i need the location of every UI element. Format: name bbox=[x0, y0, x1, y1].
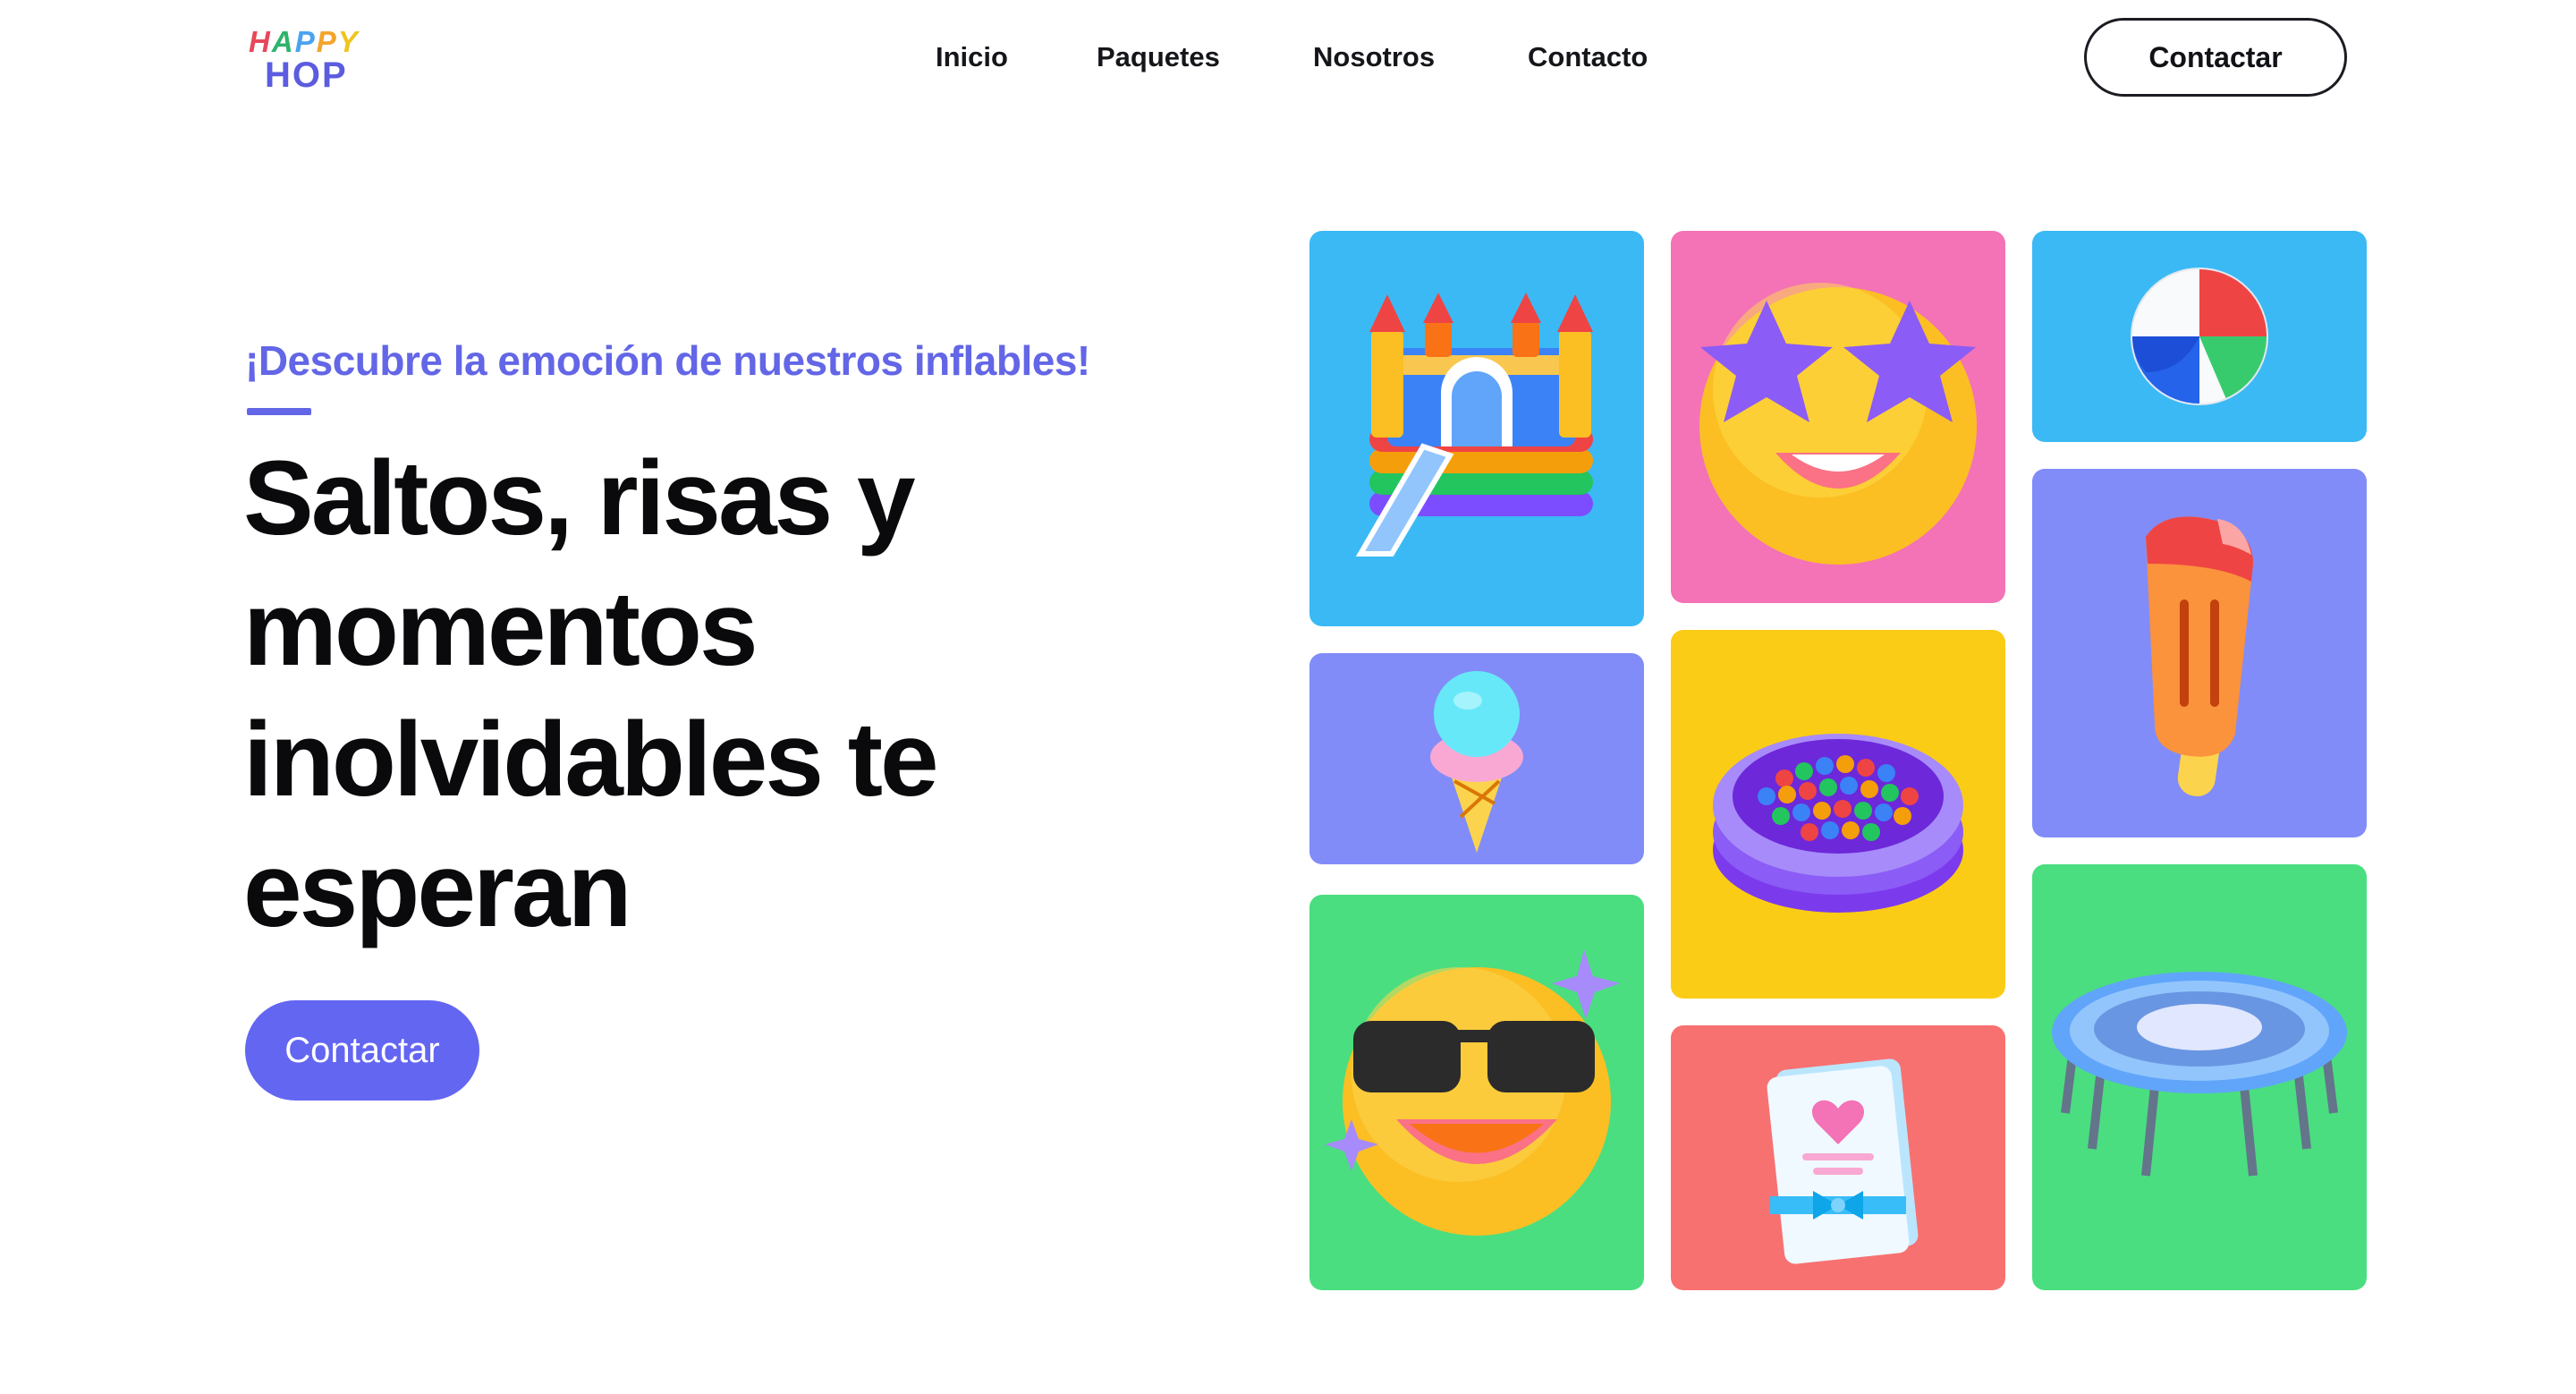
headline-line: Saltos, risas y bbox=[243, 439, 916, 557]
tile-star-eyes-emoji bbox=[1671, 231, 2005, 603]
star-eyes-emoji-icon bbox=[1699, 283, 1977, 565]
logo-letter: P bbox=[316, 25, 338, 58]
ball-pit-icon bbox=[1713, 734, 1963, 913]
tile-bounce-castle bbox=[1309, 231, 1644, 626]
tile-invitation-card bbox=[1671, 1025, 2005, 1290]
ice-cream-icon bbox=[1430, 671, 1523, 853]
tile-ball-pit bbox=[1671, 630, 2005, 999]
nav-item-inicio[interactable]: Inicio bbox=[936, 41, 1008, 73]
logo-bottom-text: HOP bbox=[265, 55, 348, 95]
tile-popsicle bbox=[2032, 469, 2367, 837]
headline-line: esperan bbox=[243, 831, 632, 949]
popsicle-icon bbox=[2146, 516, 2253, 796]
sunglasses-emoji-icon bbox=[1325, 949, 1620, 1236]
hero-headline: Saltos, risas y momentos inolvidables te… bbox=[243, 433, 1138, 956]
headline-line: momentos bbox=[243, 570, 758, 688]
invitation-card-icon bbox=[1767, 1058, 1919, 1264]
trampoline-icon bbox=[2052, 972, 2347, 1177]
nav-item-paquetes[interactable]: Paquetes bbox=[1097, 41, 1220, 73]
bounce-castle-icon bbox=[1355, 293, 1593, 557]
logo-letter: H bbox=[249, 25, 272, 58]
nav-item-nosotros[interactable]: Nosotros bbox=[1313, 41, 1435, 73]
beach-ball-icon bbox=[2131, 268, 2268, 405]
nav-item-contacto[interactable]: Contacto bbox=[1528, 41, 1648, 73]
headline-line: inolvidables te bbox=[243, 701, 939, 819]
tile-beach-ball bbox=[2032, 231, 2367, 442]
hero-contact-button[interactable]: Contactar bbox=[245, 1000, 479, 1101]
header-contact-button[interactable]: Contactar bbox=[2084, 18, 2347, 97]
logo-letter: P bbox=[294, 25, 317, 58]
logo-letter: Y bbox=[337, 25, 360, 58]
tile-trampoline bbox=[2032, 864, 2367, 1290]
eyebrow-underline bbox=[247, 408, 311, 415]
logo-letter: A bbox=[271, 25, 295, 58]
logo-top-text: HAPPY bbox=[249, 25, 360, 59]
hero-eyebrow: ¡Descubre la emoción de nuestros inflabl… bbox=[245, 337, 1090, 384]
logo[interactable]: HAPPY HOP bbox=[249, 25, 370, 95]
tile-sunglasses-emoji bbox=[1309, 895, 1644, 1290]
tile-ice-cream bbox=[1309, 653, 1644, 864]
